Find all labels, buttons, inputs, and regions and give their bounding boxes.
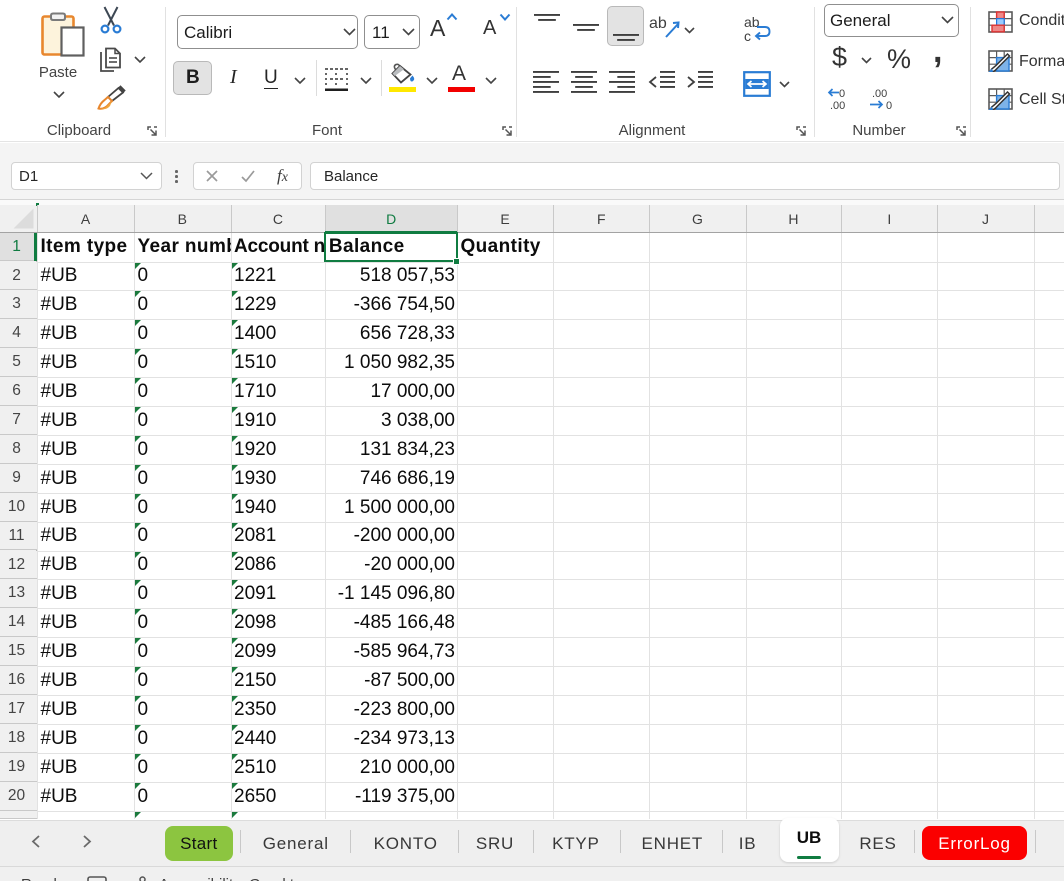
svg-text:ab: ab (649, 15, 667, 32)
svg-text:c: c (744, 28, 751, 42)
svg-text:.00: .00 (872, 88, 887, 100)
svg-text:0: 0 (886, 100, 892, 111)
svg-text:0: 0 (839, 88, 845, 100)
svg-text:.00: .00 (830, 100, 845, 111)
